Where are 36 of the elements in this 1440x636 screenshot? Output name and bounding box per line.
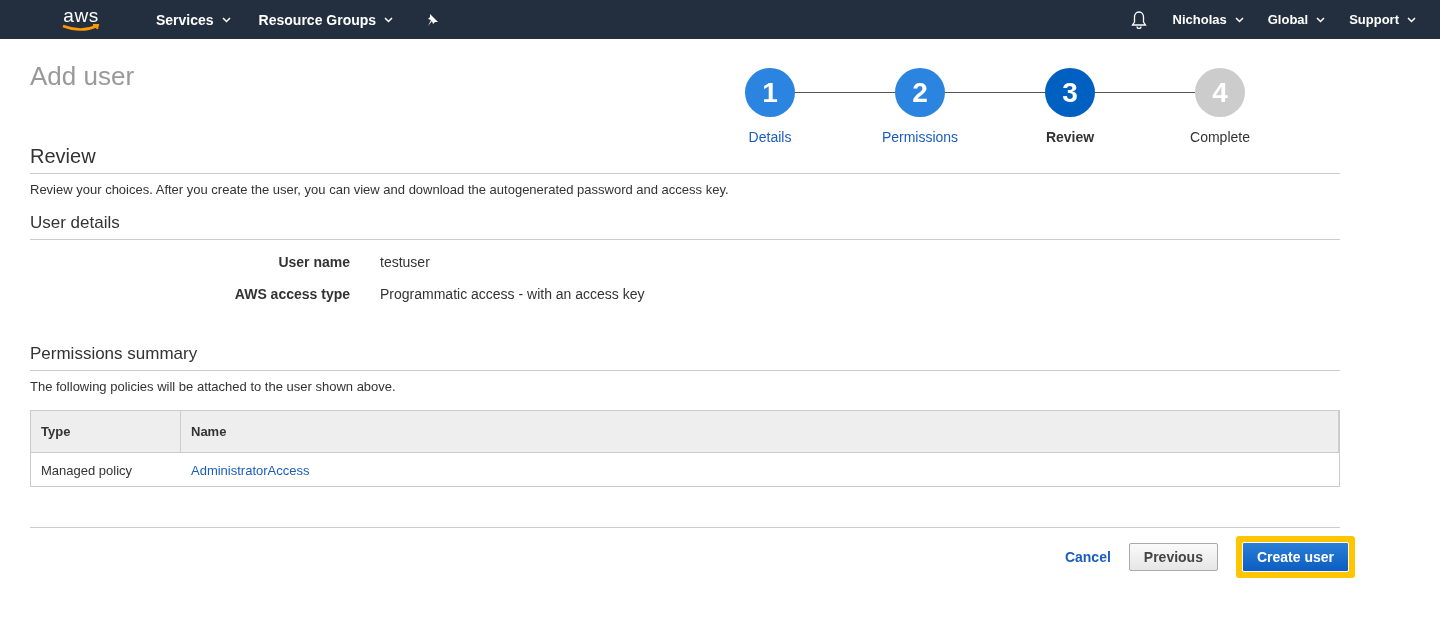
step-label: Complete [1190,129,1250,145]
caret-icon [1407,16,1416,23]
caret-icon [1316,16,1326,23]
column-header: Name [181,411,1339,452]
step-number: 3 [1045,68,1095,117]
field-label: User name [277,254,350,270]
section-heading: Permissions summary [30,344,1340,371]
table-cell: Managed policy [31,452,181,486]
description-text: The following policies will be attached to the user shown above. [30,379,397,394]
previous-button[interactable]: Previous [1128,543,1218,571]
section-heading: Review [30,145,1340,174]
aws-logo[interactable]: aws [60,7,102,32]
step-number: 2 [895,68,945,117]
step-label: Review [1045,129,1095,145]
nav-menu[interactable]: Global [1267,12,1326,27]
step-label[interactable]: Permissions [881,129,959,145]
page-title: Add user [30,61,135,93]
nav-menu[interactable]: Nicholas [1172,12,1244,27]
caret-icon [384,16,394,23]
create-user-button[interactable]: Create user [1241,542,1349,572]
field-value: testuser [380,254,431,270]
step-number: 1 [745,68,795,117]
description-text: Review your choices. After you create the user, you can view and download the autogenerated password and access key. [30,182,730,197]
section-heading: User details [30,213,1340,240]
field-value: Programmatic access - with an access key [380,286,646,302]
caret-icon [221,16,231,23]
column-header: Type [31,411,181,452]
policy-link[interactable]: AdministratorAccess [181,452,1339,486]
nav-menu[interactable]: Support [1349,12,1416,27]
step-label[interactable]: Details [748,129,792,145]
nav-menu[interactable]: Resource Groups [258,11,394,28]
nav-menu[interactable]: Services [156,11,231,28]
caret-icon [1234,16,1244,23]
bell-icon[interactable] [1130,10,1147,29]
field-label: AWS access type [233,286,350,302]
cancel-link[interactable]: Cancel [1064,549,1111,565]
